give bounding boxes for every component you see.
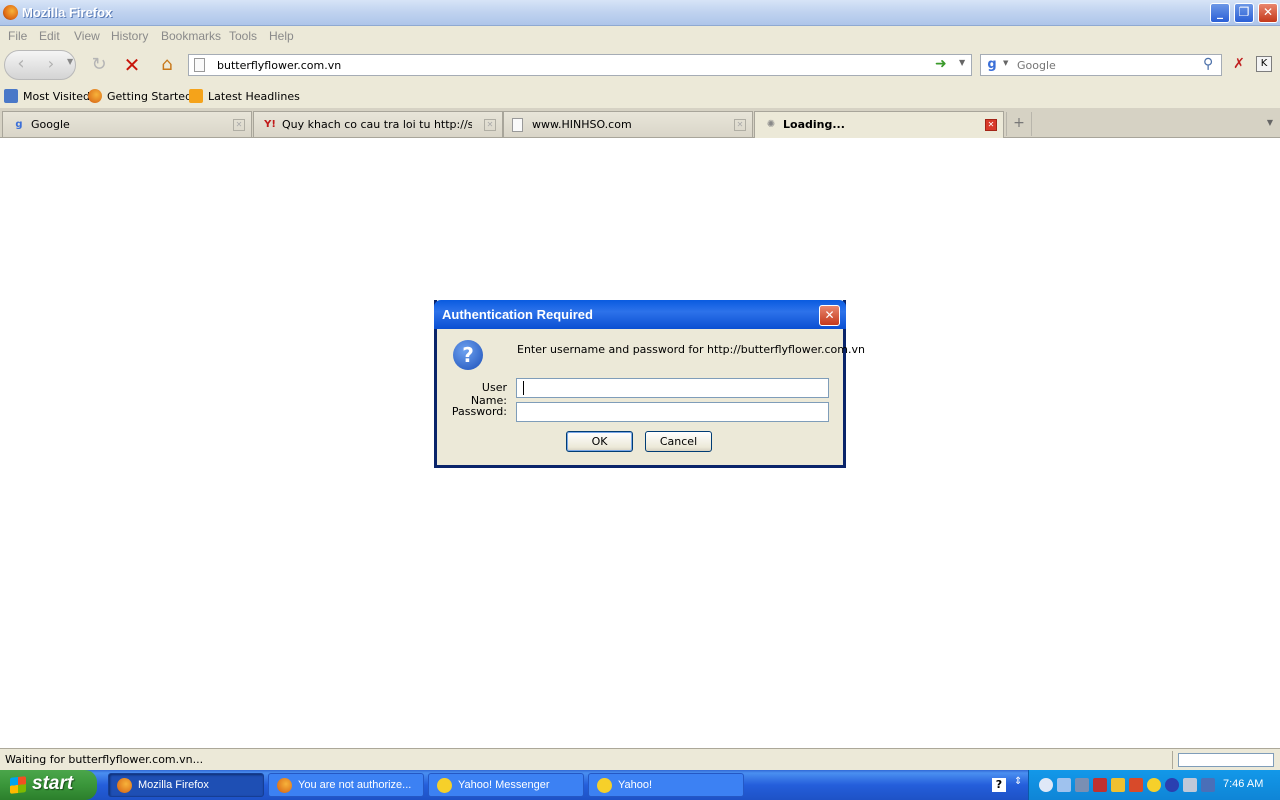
taskbar-item-yahoo[interactable]: Yahoo! <box>588 773 744 797</box>
tab-hinhso[interactable]: www.HINHSO.com ✕ <box>503 111 753 137</box>
status-divider <box>1172 751 1173 769</box>
network-disconnected-icon[interactable] <box>1075 778 1089 792</box>
search-bar[interactable]: g ▼ ⚲ <box>980 54 1222 76</box>
stop-icon[interactable]: ✕ <box>121 54 143 76</box>
extension-k-icon[interactable]: K <box>1256 56 1272 72</box>
tab-strip: g Google ✕ Y! Quy khach co cau tra loi t… <box>0 108 1280 138</box>
minimize-button[interactable]: _ <box>1210 3 1230 23</box>
firefox-icon <box>88 89 102 103</box>
tab-close-icon[interactable]: ✕ <box>985 119 997 131</box>
firefox-icon <box>117 778 132 793</box>
history-dropdown-icon[interactable]: ▼ <box>67 57 73 66</box>
menu-file[interactable]: File <box>8 29 27 43</box>
extension-icon[interactable]: ✗ <box>1230 56 1248 74</box>
dialog-message: Enter username and password for http://b… <box>517 343 865 356</box>
menu-edit[interactable]: Edit <box>39 29 60 43</box>
window-title: Mozilla Firefox <box>22 5 113 20</box>
dialog-titlebar[interactable]: Authentication Required ✕ <box>434 300 846 329</box>
ok-button[interactable]: OK <box>566 431 633 452</box>
username-field[interactable] <box>516 378 829 398</box>
yahoo-tray-icon[interactable] <box>1147 778 1161 792</box>
menu-tools[interactable]: Tools <box>229 29 257 43</box>
dialog-title: Authentication Required <box>442 307 593 322</box>
back-arrow-icon[interactable]: ‹ <box>7 52 35 78</box>
tab-loading[interactable]: ✺ Loading... ✕ <box>754 111 1004 138</box>
start-button[interactable]: start <box>0 770 97 800</box>
search-magnifier-icon[interactable]: ⚲ <box>1203 56 1213 72</box>
yahoo-messenger-smiley-icon <box>437 778 452 793</box>
security-shield-icon[interactable] <box>1093 778 1107 792</box>
windows-security-icon[interactable] <box>1111 778 1125 792</box>
firefox-icon <box>277 778 292 793</box>
status-text: Waiting for butterflyflower.com.vn... <box>5 753 204 766</box>
help-icon[interactable]: ? <box>992 778 1006 792</box>
text-caret <box>523 381 524 395</box>
bookmark-latest-headlines[interactable]: Latest Headlines <box>189 89 300 103</box>
question-icon: ? <box>453 340 483 370</box>
network-icon[interactable] <box>1057 778 1071 792</box>
tab-close-icon[interactable]: ✕ <box>734 119 746 131</box>
taskbar: start Mozilla Firefox You are not author… <box>0 770 1280 800</box>
url-input[interactable] <box>217 57 917 73</box>
taskbar-item-firefox[interactable]: Mozilla Firefox <box>108 773 264 797</box>
bookmark-most-visited[interactable]: Most Visited <box>4 89 90 103</box>
menu-help[interactable]: Help <box>269 29 294 43</box>
taskbar-item-not-authorized[interactable]: You are not authorize... <box>268 773 424 797</box>
url-bar[interactable]: ➜ ▼ <box>188 54 972 76</box>
back-forward-group: ‹ › ▼ <box>4 50 76 80</box>
yahoo-smiley-icon <box>597 778 612 793</box>
forward-arrow-icon[interactable]: › <box>39 52 63 78</box>
menu-bar: File Edit View History Bookmarks Tools H… <box>0 26 1280 46</box>
monitor-icon[interactable] <box>1201 778 1215 792</box>
progress-meter <box>1178 753 1274 767</box>
search-input[interactable] <box>1017 57 1197 73</box>
taskbar-item-yahoo-messenger[interactable]: Yahoo! Messenger <box>428 773 584 797</box>
system-tray: 7:46 AM <box>1028 770 1280 800</box>
dialog-close-button[interactable]: ✕ <box>819 305 840 326</box>
tray-expand-icon[interactable] <box>1039 778 1053 792</box>
menu-view[interactable]: View <box>74 29 100 43</box>
close-window-button[interactable]: ✕ <box>1258 3 1278 23</box>
tab-yahoo-support[interactable]: Y! Quy khach co cau tra loi tu http://su… <box>253 111 503 137</box>
restore-button[interactable]: ❐ <box>1234 3 1254 23</box>
navigation-toolbar: ‹ › ▼ ↻ ✕ ⌂ ➜ ▼ g ▼ ⚲ ✗ K <box>0 46 1280 84</box>
window-titlebar[interactable]: Mozilla Firefox _ ❐ ✕ <box>0 0 1280 26</box>
clock: 7:46 AM <box>1223 778 1264 790</box>
bookmarks-toolbar: Most Visited Getting Started Latest Head… <box>0 84 1280 108</box>
smart-folder-icon <box>4 89 18 103</box>
url-dropdown-icon[interactable]: ▼ <box>959 58 965 67</box>
display-icon[interactable] <box>1183 778 1197 792</box>
status-bar: Waiting for butterflyflower.com.vn... <box>0 748 1280 770</box>
firefox-logo-icon <box>3 5 18 20</box>
google-engine-icon[interactable]: g <box>984 57 1000 73</box>
tab-google[interactable]: g Google ✕ <box>2 111 252 137</box>
rss-feed-icon <box>189 89 203 103</box>
cancel-button[interactable]: Cancel <box>645 431 712 452</box>
engine-dropdown-icon[interactable]: ▼ <box>1003 59 1008 67</box>
password-field[interactable] <box>516 402 829 422</box>
home-icon[interactable]: ⌂ <box>156 54 178 76</box>
bookmark-getting-started[interactable]: Getting Started <box>88 89 192 103</box>
authentication-dialog: Authentication Required ✕ ? Enter userna… <box>434 300 865 468</box>
menu-bookmarks[interactable]: Bookmarks <box>161 29 221 43</box>
loading-spinner-icon: ✺ <box>766 119 776 130</box>
page-favicon-icon <box>512 118 523 132</box>
bluetooth-icon[interactable] <box>1165 778 1179 792</box>
tray-arrows-icon[interactable]: ⇕ <box>1014 776 1022 787</box>
yahoo-favicon-icon: Y! <box>264 119 276 130</box>
username-label: User Name: <box>470 381 507 407</box>
tab-close-icon[interactable]: ✕ <box>233 119 245 131</box>
menu-history[interactable]: History <box>111 29 148 43</box>
go-arrow-icon[interactable]: ➜ <box>935 56 947 72</box>
page-icon <box>194 58 205 72</box>
password-label: Password: <box>451 405 507 418</box>
new-tab-button[interactable]: + <box>1006 112 1032 136</box>
windows-flag-icon <box>10 776 26 794</box>
tab-list-dropdown-icon[interactable]: ▼ <box>1262 114 1278 132</box>
reload-icon[interactable]: ↻ <box>88 54 110 76</box>
tab-close-icon[interactable]: ✕ <box>484 119 496 131</box>
google-favicon-icon: g <box>15 119 23 130</box>
tray-tool-icon[interactable] <box>1129 778 1143 792</box>
